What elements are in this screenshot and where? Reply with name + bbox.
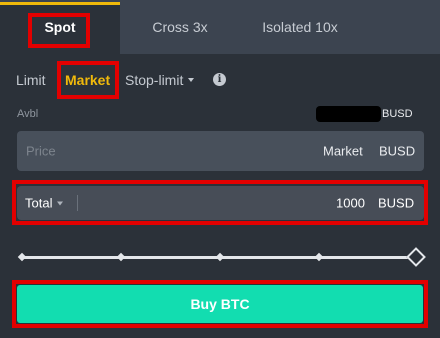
- chevron-down-icon: [188, 78, 195, 83]
- chevron-down-icon: [57, 201, 64, 206]
- tab-spot[interactable]: Spot: [0, 0, 120, 54]
- price-field[interactable]: Price Market BUSD: [17, 131, 424, 171]
- total-label-text: Total: [25, 195, 53, 211]
- tab-isolated-10x[interactable]: Isolated 10x: [240, 0, 360, 54]
- total-value: 1000: [336, 195, 365, 211]
- field-divider: [77, 195, 78, 211]
- slider-step-0[interactable]: [17, 252, 27, 262]
- total-label[interactable]: Total: [25, 195, 64, 211]
- total-field[interactable]: Total 1000 BUSD: [17, 186, 424, 220]
- tab-cross-3x[interactable]: Cross 3x: [120, 0, 240, 54]
- stop-limit-label: Stop-limit: [125, 72, 184, 88]
- info-icon[interactable]: i: [213, 73, 226, 86]
- slider-step-25[interactable]: [116, 252, 126, 262]
- order-type-limit[interactable]: Limit: [16, 72, 46, 88]
- slider-step-75[interactable]: [314, 252, 324, 262]
- order-type-market[interactable]: Market: [65, 72, 110, 88]
- price-value: Market: [323, 143, 363, 159]
- slider-step-50[interactable]: [215, 252, 225, 262]
- trade-mode-tabs: Spot Cross 3x Isolated 10x: [0, 0, 440, 54]
- slider-handle[interactable]: [406, 247, 426, 267]
- price-unit: BUSD: [379, 143, 416, 159]
- price-placeholder: Price: [26, 143, 56, 159]
- available-label: Avbl: [17, 108, 39, 120]
- available-balance-redacted: [316, 106, 381, 122]
- buy-button[interactable]: Buy BTC: [17, 285, 423, 323]
- order-type-stop-limit[interactable]: Stop-limit: [125, 72, 195, 88]
- available-unit: BUSD: [382, 108, 413, 120]
- total-unit: BUSD: [378, 195, 415, 211]
